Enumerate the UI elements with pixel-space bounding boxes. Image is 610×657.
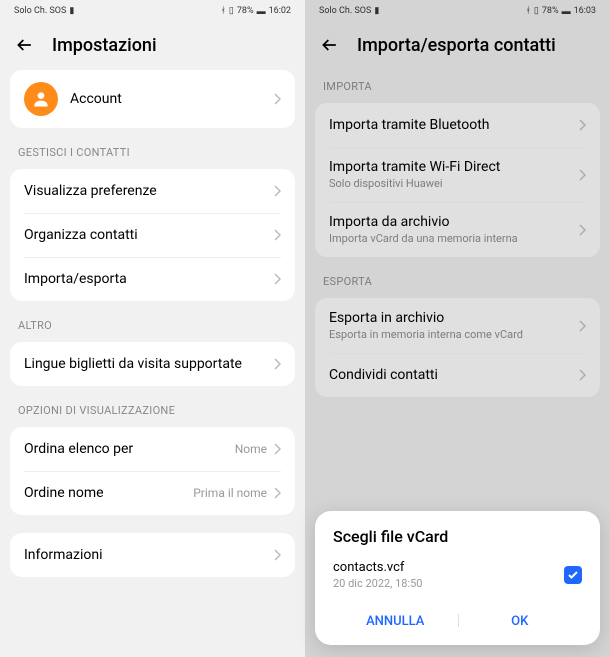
import-bluetooth-label: Importa tramite Bluetooth bbox=[329, 117, 578, 133]
import-archive-sub: Importa vCard da una memoria interna bbox=[329, 232, 578, 245]
battery-icon: ▬ bbox=[562, 6, 571, 17]
export-archive-row[interactable]: Esporta in archivio Esporta in memoria i… bbox=[315, 298, 600, 353]
import-bluetooth-row[interactable]: Importa tramite Bluetooth bbox=[315, 103, 600, 147]
export-card: Esporta in archivio Esporta in memoria i… bbox=[315, 298, 600, 397]
account-row[interactable]: Account bbox=[10, 70, 295, 128]
info-row[interactable]: Informazioni bbox=[10, 533, 295, 577]
chevron-right-icon bbox=[273, 487, 281, 499]
cancel-button[interactable]: ANNULLA bbox=[333, 604, 458, 635]
section-export-title: ESPORTA bbox=[305, 261, 610, 294]
import-wifi-label: Importa tramite Wi-Fi Direct bbox=[329, 159, 578, 175]
ok-button[interactable]: OK bbox=[458, 604, 583, 635]
export-archive-label: Esporta in archivio bbox=[329, 310, 578, 326]
import-archive-row[interactable]: Importa da archivio Importa vCard da una… bbox=[315, 202, 600, 257]
header: Importa/esporta contatti bbox=[305, 20, 610, 66]
prefs-row[interactable]: Visualizza preferenze bbox=[10, 169, 295, 213]
section-other-title: ALTRO bbox=[0, 305, 305, 338]
chevron-right-icon bbox=[578, 224, 586, 236]
organize-row[interactable]: Organizza contatti bbox=[10, 213, 295, 257]
langs-row[interactable]: Lingue biglietti da visita supportate bbox=[10, 342, 295, 386]
sort-row[interactable]: Ordina elenco per Nome bbox=[10, 427, 295, 471]
back-icon[interactable] bbox=[319, 34, 341, 56]
file-row[interactable]: contacts.vcf 20 dic 2022, 18:50 bbox=[333, 560, 582, 590]
chevron-right-icon bbox=[273, 549, 281, 561]
chevron-right-icon bbox=[578, 320, 586, 332]
chevron-right-icon bbox=[273, 358, 281, 370]
organize-label: Organizza contatti bbox=[24, 227, 273, 243]
battery-icon: ▬ bbox=[257, 6, 266, 17]
import-wifi-sub: Solo dispositivi Huawei bbox=[329, 177, 578, 190]
account-card: Account bbox=[10, 70, 295, 128]
back-icon[interactable] bbox=[14, 34, 36, 56]
import-wifi-row[interactable]: Importa tramite Wi-Fi Direct Solo dispos… bbox=[315, 147, 600, 202]
display-card: Ordina elenco per Nome Ordine nome Prima… bbox=[10, 427, 295, 515]
bluetooth-icon: ᚼ bbox=[221, 6, 226, 16]
chevron-right-icon bbox=[578, 169, 586, 181]
sim-icon: ▮ bbox=[69, 6, 74, 16]
battery-text: 78% bbox=[237, 6, 254, 16]
battery-text: 78% bbox=[542, 6, 559, 16]
info-label: Informazioni bbox=[24, 547, 273, 563]
vcard-dialog: Scegli file vCard contacts.vcf 20 dic 20… bbox=[315, 511, 600, 645]
sort-label: Ordina elenco per bbox=[24, 441, 235, 457]
chevron-right-icon bbox=[578, 119, 586, 131]
status-bar: Solo Ch. SOS ▮ ᚼ ▯ 78% ▬ 16:03 bbox=[305, 2, 610, 20]
dialog-actions: ANNULLA OK bbox=[333, 604, 582, 635]
sort-value: Nome bbox=[235, 442, 267, 456]
clock-text: 16:03 bbox=[574, 6, 596, 16]
status-bar: Solo Ch. SOS ▮ ᚼ ▯ 78% ▬ 16:02 bbox=[0, 2, 305, 20]
section-import-title: IMPORTA bbox=[305, 66, 610, 99]
info-card: Informazioni bbox=[10, 533, 295, 577]
export-archive-sub: Esporta in memoria interna come vCard bbox=[329, 328, 578, 341]
page-title: Impostazioni bbox=[52, 35, 157, 56]
section-manage-title: GESTISCI I CONTATTI bbox=[0, 132, 305, 165]
prefs-label: Visualizza preferenze bbox=[24, 183, 273, 199]
clock-text: 16:02 bbox=[269, 6, 291, 16]
chevron-right-icon bbox=[273, 273, 281, 285]
importexport-row[interactable]: Importa/esporta bbox=[10, 257, 295, 301]
carrier-text: Solo Ch. SOS bbox=[14, 6, 66, 16]
chevron-right-icon bbox=[273, 443, 281, 455]
section-display-title: OPZIONI DI VISUALIZZAZIONE bbox=[0, 390, 305, 423]
importexport-label: Importa/esporta bbox=[24, 271, 273, 287]
import-card: Importa tramite Bluetooth Importa tramit… bbox=[315, 103, 600, 257]
order-label: Ordine nome bbox=[24, 485, 193, 501]
share-contacts-row[interactable]: Condividi contatti bbox=[315, 353, 600, 397]
chevron-right-icon bbox=[273, 185, 281, 197]
import-export-screen: Solo Ch. SOS ▮ ᚼ ▯ 78% ▬ 16:03 Importa/e… bbox=[305, 0, 610, 657]
avatar-icon bbox=[24, 82, 58, 116]
order-value: Prima il nome bbox=[193, 486, 267, 500]
import-archive-label: Importa da archivio bbox=[329, 214, 578, 230]
dialog-title: Scegli file vCard bbox=[333, 527, 582, 546]
langs-label: Lingue biglietti da visita supportate bbox=[24, 356, 273, 372]
order-row[interactable]: Ordine nome Prima il nome bbox=[10, 471, 295, 515]
chevron-right-icon bbox=[273, 229, 281, 241]
page-title: Importa/esporta contatti bbox=[357, 35, 556, 56]
manage-card: Visualizza preferenze Organizza contatti… bbox=[10, 169, 295, 301]
chevron-right-icon bbox=[273, 93, 281, 105]
carrier-text: Solo Ch. SOS bbox=[319, 6, 371, 16]
settings-screen: Solo Ch. SOS ▮ ᚼ ▯ 78% ▬ 16:02 Impostazi… bbox=[0, 0, 305, 657]
other-card: Lingue biglietti da visita supportate bbox=[10, 342, 295, 386]
vibrate-icon: ▯ bbox=[229, 6, 234, 16]
vibrate-icon: ▯ bbox=[534, 6, 539, 16]
account-label: Account bbox=[70, 91, 273, 107]
chevron-right-icon bbox=[578, 369, 586, 381]
file-name: contacts.vcf bbox=[333, 560, 422, 575]
bluetooth-icon: ᚼ bbox=[526, 6, 531, 16]
file-date: 20 dic 2022, 18:50 bbox=[333, 577, 422, 590]
file-checkbox[interactable] bbox=[564, 566, 582, 584]
share-contacts-label: Condividi contatti bbox=[329, 367, 578, 383]
header: Impostazioni bbox=[0, 20, 305, 66]
sim-icon: ▮ bbox=[374, 6, 379, 16]
